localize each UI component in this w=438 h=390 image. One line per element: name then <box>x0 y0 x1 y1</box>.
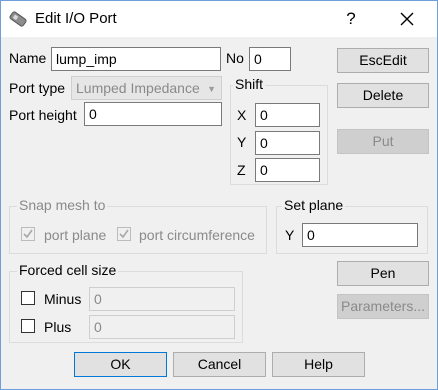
close-icon[interactable] <box>395 7 419 31</box>
delete-button[interactable]: Delete <box>337 83 429 108</box>
put-button[interactable]: Put <box>337 129 429 154</box>
shift-title: Shift <box>233 76 266 92</box>
shift-x-label: X <box>237 107 247 123</box>
shift-z-label: Z <box>237 162 246 178</box>
shift-y-input[interactable]: 0 <box>255 131 320 155</box>
plus-label: Plus <box>44 319 72 335</box>
port-circumference-checkbox[interactable] <box>117 227 131 241</box>
snap-mesh-title: Snap mesh to <box>17 197 108 213</box>
set-plane-y-label: Y <box>285 227 295 243</box>
port-plane-label: port plane <box>44 227 107 243</box>
edit-io-port-dialog: Edit I/O Port ? Name lump_imp No 0 Port … <box>0 0 438 390</box>
shift-z-input[interactable]: 0 <box>255 158 320 182</box>
chevron-down-icon: ▼ <box>207 84 216 94</box>
escedit-button[interactable]: EscEdit <box>337 48 429 73</box>
port-height-label: Port height <box>9 107 77 123</box>
minus-label: Minus <box>44 291 82 307</box>
no-input[interactable]: 0 <box>249 47 291 71</box>
set-plane-y-input[interactable]: 0 <box>302 223 418 247</box>
shift-y-label: Y <box>237 134 247 150</box>
app-icon <box>9 9 29 29</box>
name-input[interactable]: lump_imp <box>51 47 221 71</box>
help-button[interactable]: Help <box>272 352 365 377</box>
port-circumference-label: port circumference <box>139 227 255 243</box>
port-type-label: Port type <box>9 80 66 96</box>
minus-input[interactable]: 0 <box>89 287 235 311</box>
window-title: Edit I/O Port <box>35 10 117 27</box>
title-help-button[interactable]: ? <box>339 7 363 31</box>
plus-checkbox[interactable] <box>21 319 35 333</box>
minus-checkbox[interactable] <box>21 291 35 305</box>
no-label: No <box>226 50 244 66</box>
set-plane-title: Set plane <box>282 197 346 213</box>
shift-x-input[interactable]: 0 <box>255 103 320 127</box>
cancel-button[interactable]: Cancel <box>173 352 266 377</box>
ok-button[interactable]: OK <box>74 352 167 377</box>
title-bar: Edit I/O Port ? <box>1 1 437 37</box>
port-plane-checkbox[interactable] <box>21 227 35 241</box>
pen-button[interactable]: Pen <box>337 261 429 286</box>
port-type-value: Lumped Impedance <box>76 80 200 96</box>
port-type-select[interactable]: Lumped Impedance ▼ <box>71 76 222 100</box>
name-label: Name <box>9 50 47 66</box>
port-height-input[interactable]: 0 <box>84 102 222 126</box>
parameters-button[interactable]: Parameters... <box>337 294 429 319</box>
forced-cell-size-title: Forced cell size <box>17 262 119 278</box>
plus-input[interactable]: 0 <box>89 315 235 339</box>
